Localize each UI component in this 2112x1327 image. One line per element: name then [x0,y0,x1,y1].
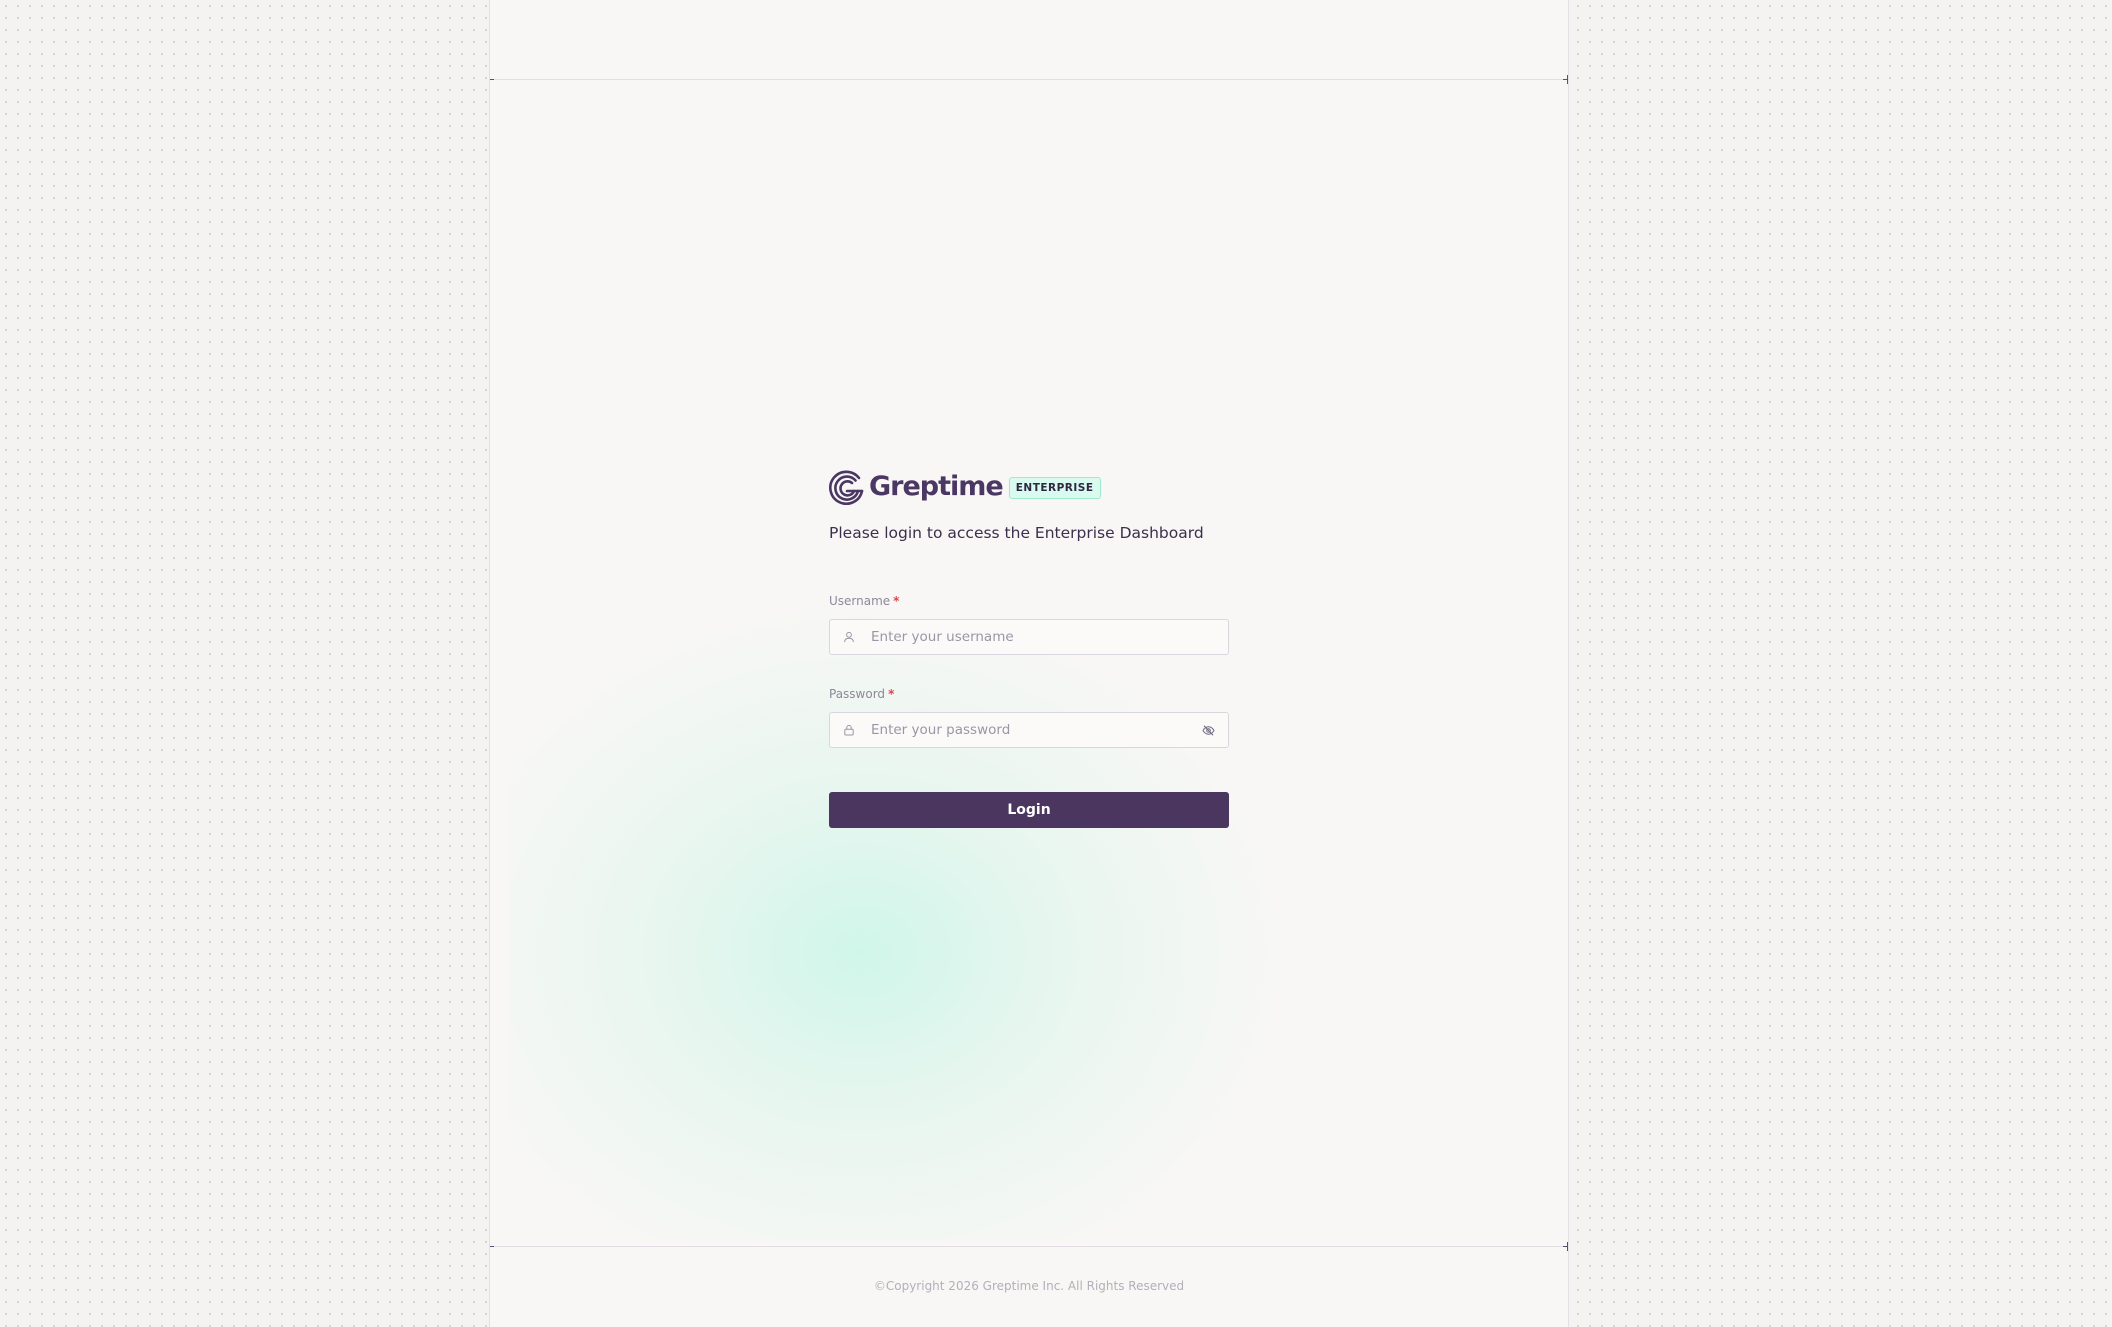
enterprise-badge: ENTERPRISE [1008,477,1101,499]
brand-header: Greptime ENTERPRISE [829,469,1229,505]
required-asterisk: * [893,594,900,608]
corner-plus-top-left [490,75,494,84]
lock-icon [844,724,854,736]
username-field[interactable] [829,619,1229,655]
username-label: Username * [829,593,1229,609]
password-label: Password * [829,686,1229,702]
top-divider [490,79,1568,80]
brand-name: Greptime [869,471,1004,502]
password-field[interactable] [829,712,1229,748]
bottom-divider [490,1246,1568,1247]
corner-plus-bottom-right [1563,1242,1568,1251]
required-asterisk: * [888,687,895,701]
password-input[interactable] [869,714,1202,746]
eye-off-icon[interactable] [1202,724,1215,737]
username-label-text: Username [829,594,891,608]
corner-plus-bottom-left [490,1242,494,1251]
copyright-text: ©Copyright 2026 Greptime Inc. All Rights… [873,1279,1185,1293]
greptime-logo-icon [829,470,864,505]
login-form: Greptime ENTERPRISE Please login to acce… [829,469,1229,828]
user-icon [844,631,854,643]
password-label-text: Password [829,687,886,701]
login-subtitle: Please login to access the Enterprise Da… [829,524,1204,542]
username-input[interactable] [869,621,1228,653]
corner-plus-top-right [1563,75,1568,84]
login-button[interactable]: Login [829,792,1229,828]
